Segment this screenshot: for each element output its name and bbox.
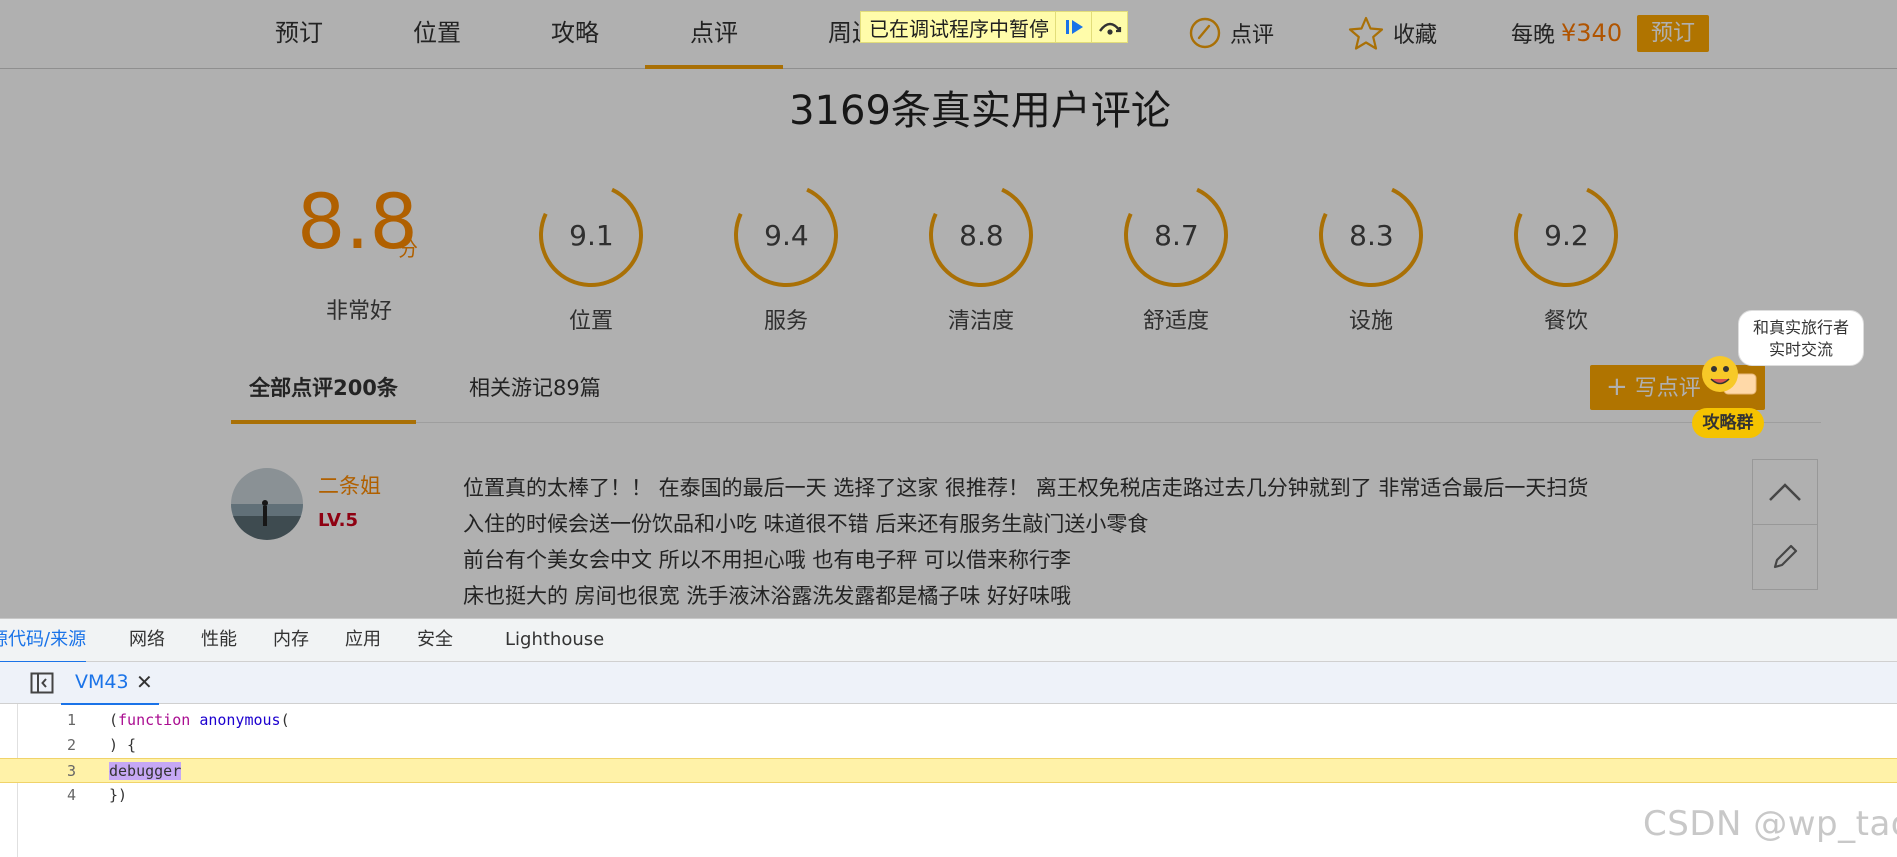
score-ring: 8.7 [1109,168,1243,302]
code-text: ) { [109,736,137,754]
sub-score-cleanliness: 8.8 清洁度 [914,168,1048,335]
code-line: 2 ) { [0,733,1897,758]
score-ring: 9.1 [524,168,658,302]
price-value: ¥340 [1561,19,1623,47]
code-text: (function anonymous( [109,711,290,729]
avatar[interactable] [231,468,303,540]
code-line: 1 (function anonymous( [0,708,1897,733]
step-over-button[interactable] [1091,12,1127,42]
debugger-paused-text: 已在调试程序中暂停 [869,16,1049,41]
sub-score-facilities: 8.3 设施 [1304,168,1438,335]
tab-all-reviews[interactable]: 全部点评200条 [231,360,416,424]
sub-score-label: 服务 [763,309,808,334]
mascot-icon[interactable] [1694,352,1760,408]
review-line: 前台有个美女会中文 所以不用担心哦 也有电子秤 可以借来称行李 [463,548,1072,572]
sub-score-label: 舒适度 [1142,309,1209,334]
line-number: 4 [66,786,76,804]
sub-score-label: 设施 [1348,309,1393,334]
tab-performance[interactable]: 性能 [201,619,237,662]
sub-score-label: 位置 [568,309,613,334]
edit-feedback-button[interactable] [1752,524,1818,590]
code-editor[interactable]: 1 (function anonymous( 2 ) { 3 debugger … [0,704,1897,857]
review-count-title: 3169条真实用户评论 [789,88,1171,134]
chat-group-badge[interactable]: 攻略群 [1692,408,1764,438]
open-files-bar: VM43 ✕ [0,662,1897,705]
favorite-label: 收藏 [1393,23,1438,48]
code-line: 4 }) [0,783,1897,808]
score-ring: 9.4 [719,168,853,302]
sub-score-label: 清洁度 [947,309,1014,334]
code-line-paused: 3 debugger [0,758,1897,783]
reviewer-name[interactable]: 二条姐 [318,470,381,500]
back-to-top-button[interactable] [1752,459,1818,525]
devtools-panel: 源代码/来源 网络 性能 内存 应用 安全 Lighthouse VM43 ✕ … [0,618,1897,857]
nav-review-label: 点评 [1230,23,1275,48]
line-number: 2 [66,736,76,754]
sub-score-label: 餐饮 [1543,309,1588,334]
star-icon [1348,16,1384,50]
favorite-button[interactable]: 收藏 [1347,0,1437,66]
review-text: 位置真的太棒了！！ 在泰国的最后一天 选择了这家 很推荐！ 离王权免税店走路过去… [463,470,1603,614]
tab-memory[interactable]: 内存 [273,619,309,662]
review-line: 位置真的太棒了！！ 在泰国的最后一天 选择了这家 很推荐！ 离王权免税店走路过去… [463,476,1589,500]
hotel-page: 预订 位置 攻略 点评 周边 点评 收藏 每晚 ¥340 预订 3169条真实用… [0,0,1897,618]
devtools-tabbar: 源代码/来源 网络 性能 内存 应用 安全 Lighthouse [0,619,1897,663]
step-over-icon [1098,22,1121,35]
file-tab-name: VM43 [75,671,129,693]
review-line: 入住的时候会送一份饮品和小吃 味道很不错 后来还有服务生敲门送小零食 [463,512,1149,536]
nav-item-guide[interactable]: 攻略 [506,0,644,69]
code-text: debugger [109,759,182,784]
tab-network[interactable]: 网络 [129,619,165,662]
sub-score-comfort: 8.7 舒适度 [1109,168,1243,335]
watermark: CSDN @wp_tao [1643,804,1897,844]
sub-score-location: 9.1 位置 [524,168,658,335]
score-ring: 9.2 [1499,168,1633,302]
plus-icon: + [1606,372,1628,402]
pencil-icon [1773,544,1798,569]
debugger-paused-banner: 已在调试程序中暂停 [860,11,1128,43]
file-tab-vm43[interactable]: VM43 ✕ [61,662,159,705]
code-text: }) [109,786,128,804]
avatar-image [231,468,303,540]
line-number: 1 [66,711,76,729]
sub-score-service: 9.4 服务 [719,168,853,335]
sub-score-dining: 9.2 餐饮 [1499,168,1633,335]
tab-sources[interactable]: 源代码/来源 [0,619,87,663]
reviewer-level: LV.5 [318,510,358,531]
resume-button[interactable] [1055,12,1091,42]
price-label: 每晚 [1511,23,1556,48]
overall-rating-label: 非常好 [326,299,393,324]
review-line: 床也挺大的 房间也很宽 洗手液沐浴露洗发露都是橘子味 好好味哦 [463,584,1072,608]
review-tabs: 全部点评200条 相关游记89篇 [231,360,1821,424]
overall-score-unit: 分 [398,237,418,261]
score-ring: 8.3 [1304,168,1438,302]
chevron-up-icon [1769,483,1801,501]
line-number: 3 [66,762,76,780]
nav-review-link[interactable]: 点评 [1188,0,1274,66]
book-button[interactable]: 预订 [1637,15,1709,52]
debugger-statement: debugger [109,762,182,780]
chat-bubble-line: 和真实旅行者 [1752,318,1849,337]
resume-icon [1065,20,1083,34]
nav-item-booking[interactable]: 预订 [230,0,368,69]
close-icon[interactable]: ✕ [136,670,153,694]
nightly-price: 每晚 ¥340 [1511,0,1622,66]
nav-item-reviews[interactable]: 点评 [645,0,783,69]
edit-circle-icon [1189,17,1221,49]
tab-application[interactable]: 应用 [345,619,381,662]
tab-travel-notes[interactable]: 相关游记89篇 [469,360,601,423]
sidebar-toggle-icon[interactable] [30,672,54,694]
score-ring: 8.8 [914,168,1048,302]
tab-security[interactable]: 安全 [417,619,453,662]
write-review-label: 写点评 [1634,376,1701,401]
nav-item-location[interactable]: 位置 [368,0,506,69]
tab-lighthouse[interactable]: Lighthouse [505,619,604,662]
